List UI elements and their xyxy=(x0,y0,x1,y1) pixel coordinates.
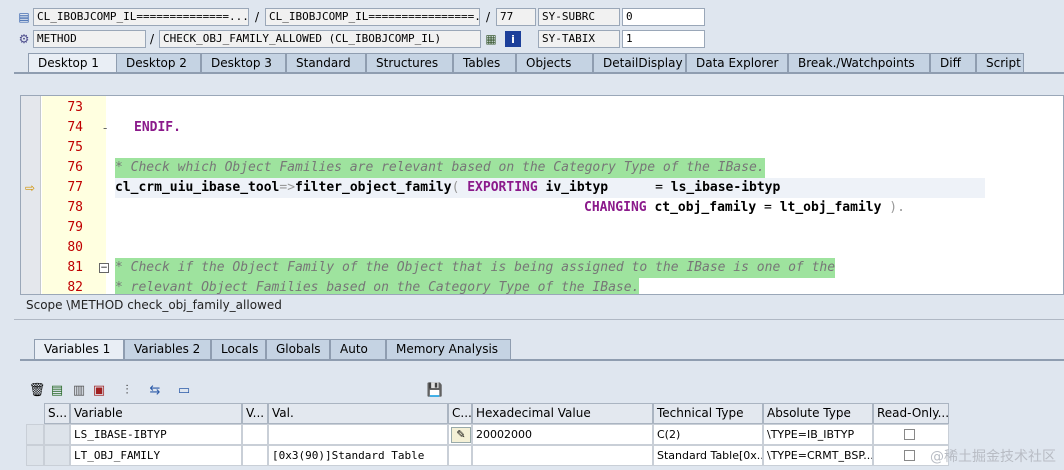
tab-structures[interactable]: Structures xyxy=(366,53,453,72)
read-only-checkbox[interactable] xyxy=(904,429,915,440)
tab-globals[interactable]: Globals xyxy=(266,339,330,359)
info-icon[interactable]: i xyxy=(505,31,521,47)
tab-variables-1[interactable]: Variables 1 xyxy=(34,339,124,359)
tab-auto[interactable]: Auto xyxy=(330,339,386,359)
table-cell-abs: \TYPE=CRMT_BSP... xyxy=(763,445,873,466)
variable-tab-underline xyxy=(20,359,1064,361)
swap-icon[interactable]: ⇆ xyxy=(146,381,164,399)
program-icon: ▤ xyxy=(18,10,30,24)
insert-icon[interactable]: ▤ xyxy=(48,381,66,399)
tab-memory-analysis[interactable]: Memory Analysis xyxy=(386,339,511,359)
row-selector[interactable] xyxy=(26,424,44,445)
read-only-checkbox[interactable] xyxy=(904,450,915,461)
col-value[interactable]: Val. xyxy=(268,403,448,424)
tab-desktop-3[interactable]: Desktop 3 xyxy=(201,53,286,72)
col-variable[interactable]: Variable xyxy=(70,403,242,424)
watermark: @稀土掘金技术社区 xyxy=(930,449,1056,465)
tab-tables[interactable]: Tables xyxy=(453,53,516,72)
table-cell-variable[interactable]: LS_IBASE-IBTYP xyxy=(70,424,242,445)
detail-icon[interactable]: ▭ xyxy=(175,381,193,399)
table-cell xyxy=(44,445,70,466)
collapse-icon[interactable]: − xyxy=(99,263,109,273)
tab-diff[interactable]: Diff xyxy=(930,53,976,72)
sysvar-value-2[interactable]: 1 xyxy=(622,30,705,48)
col-hex[interactable]: Hexadecimal Value xyxy=(472,403,653,424)
tab-objects[interactable]: Objects xyxy=(516,53,593,72)
navigate-icon[interactable]: ▦ xyxy=(483,31,499,47)
code-line: 76 * Check which Object Families are rel… xyxy=(21,158,1063,178)
table-cell-change: ✎ xyxy=(448,424,472,445)
table-cell-variable[interactable]: LT_OBJ_FAMILY xyxy=(70,445,242,466)
tab-desktop-1[interactable]: Desktop 1 xyxy=(28,53,128,72)
tab-data-explorer[interactable]: Data Explorer xyxy=(686,53,788,72)
code-line: 79 xyxy=(67,220,83,235)
code-editor[interactable]: 73 74 - ENDIF. 75 76 * Check which Objec… xyxy=(20,95,1064,295)
tab-breakpoints[interactable]: Break./Watchpoints xyxy=(788,53,930,72)
table-cell-abs: \TYPE=IB_IBTYP xyxy=(763,424,873,445)
col-change[interactable]: C... xyxy=(448,403,472,424)
sysvar-name-1[interactable]: SY-SUBRC xyxy=(538,8,620,26)
tab-script[interactable]: Script xyxy=(976,53,1024,72)
col-abs-type[interactable]: Absolute Type xyxy=(763,403,873,424)
header-row-program: ▤ CL_IBOBJCOMP_IL==============... / CL_… xyxy=(0,6,1064,27)
code-line: 81 − * Check if the Object Family of the… xyxy=(21,258,1063,278)
save-icon[interactable]: 💾 xyxy=(426,381,444,399)
table-cell-hex xyxy=(472,445,653,466)
include-field[interactable]: CL_IBOBJCOMP_IL================... xyxy=(265,8,480,26)
tab-detaildisplay[interactable]: DetailDisplay xyxy=(593,53,686,72)
event-name-field[interactable]: CHECK_OBJ_FAMILY_ALLOWED (CL_IBOBJCOMP_I… xyxy=(159,30,481,48)
code-line: 73 xyxy=(67,100,83,115)
code-line: 74 - ENDIF. xyxy=(67,120,181,135)
table-cell xyxy=(44,424,70,445)
code-line: 80 xyxy=(67,240,83,255)
pencil-icon[interactable]: ✎ xyxy=(451,427,471,443)
code-line: 78 CHANGING ct_obj_family = lt_obj_famil… xyxy=(67,200,905,215)
table-cell-hex: 20002000 xyxy=(472,424,653,445)
code-line: 82 * relevant Object Families based on t… xyxy=(21,278,1063,294)
table-cell-change xyxy=(448,445,472,466)
header-row-event: ⚙ METHOD / CHECK_OBJ_FAMILY_ALLOWED (CL_… xyxy=(0,28,1064,49)
tab-locals[interactable]: Locals xyxy=(211,339,266,359)
save-list-icon[interactable]: ▣ xyxy=(90,381,108,399)
program-field[interactable]: CL_IBOBJCOMP_IL==============... xyxy=(33,8,249,26)
table-cell-value[interactable] xyxy=(268,424,448,445)
table-cell-tech: C(2) xyxy=(653,424,763,445)
list-icon[interactable]: ▥ xyxy=(70,381,88,399)
tab-underline xyxy=(14,72,1064,74)
sysvar-value-1[interactable]: 0 xyxy=(622,8,705,26)
code-line: 75 xyxy=(67,140,83,155)
code-line-current: ⇨ 77 cl_crm_uiu_ibase_tool=>filter_objec… xyxy=(21,178,1063,198)
tab-variables-2[interactable]: Variables 2 xyxy=(124,339,211,359)
table-cell-value[interactable]: [0x3(90)]Standard Table xyxy=(268,445,448,466)
row-selector[interactable] xyxy=(26,445,44,466)
hierarchy-icon[interactable]: ⫶ xyxy=(118,381,136,399)
col-read-only[interactable]: Read-Only... xyxy=(873,403,949,424)
col-tech-type[interactable]: Technical Type xyxy=(653,403,763,424)
col-v[interactable]: V... xyxy=(242,403,268,424)
table-cell-readonly xyxy=(873,424,949,445)
table-cell xyxy=(242,445,268,466)
current-line-arrow-icon: ⇨ xyxy=(25,181,36,195)
tab-standard[interactable]: Standard xyxy=(286,53,366,72)
scope-label: Scope \METHOD check_obj_family_allowed xyxy=(26,298,282,312)
table-cell xyxy=(242,424,268,445)
tab-desktop-2[interactable]: Desktop 2 xyxy=(116,53,201,72)
table-cell-tech: Standard Table[0x... xyxy=(653,445,763,466)
splitter[interactable] xyxy=(14,319,1064,320)
delete-icon[interactable]: 🗑 xyxy=(28,381,46,399)
sysvar-name-2[interactable]: SY-TABIX xyxy=(538,30,620,48)
col-status[interactable]: S... xyxy=(44,403,70,424)
line-field[interactable]: 77 xyxy=(496,8,536,26)
event-type-field[interactable]: METHOD xyxy=(33,30,146,48)
method-icon: ⚙ xyxy=(18,32,30,46)
